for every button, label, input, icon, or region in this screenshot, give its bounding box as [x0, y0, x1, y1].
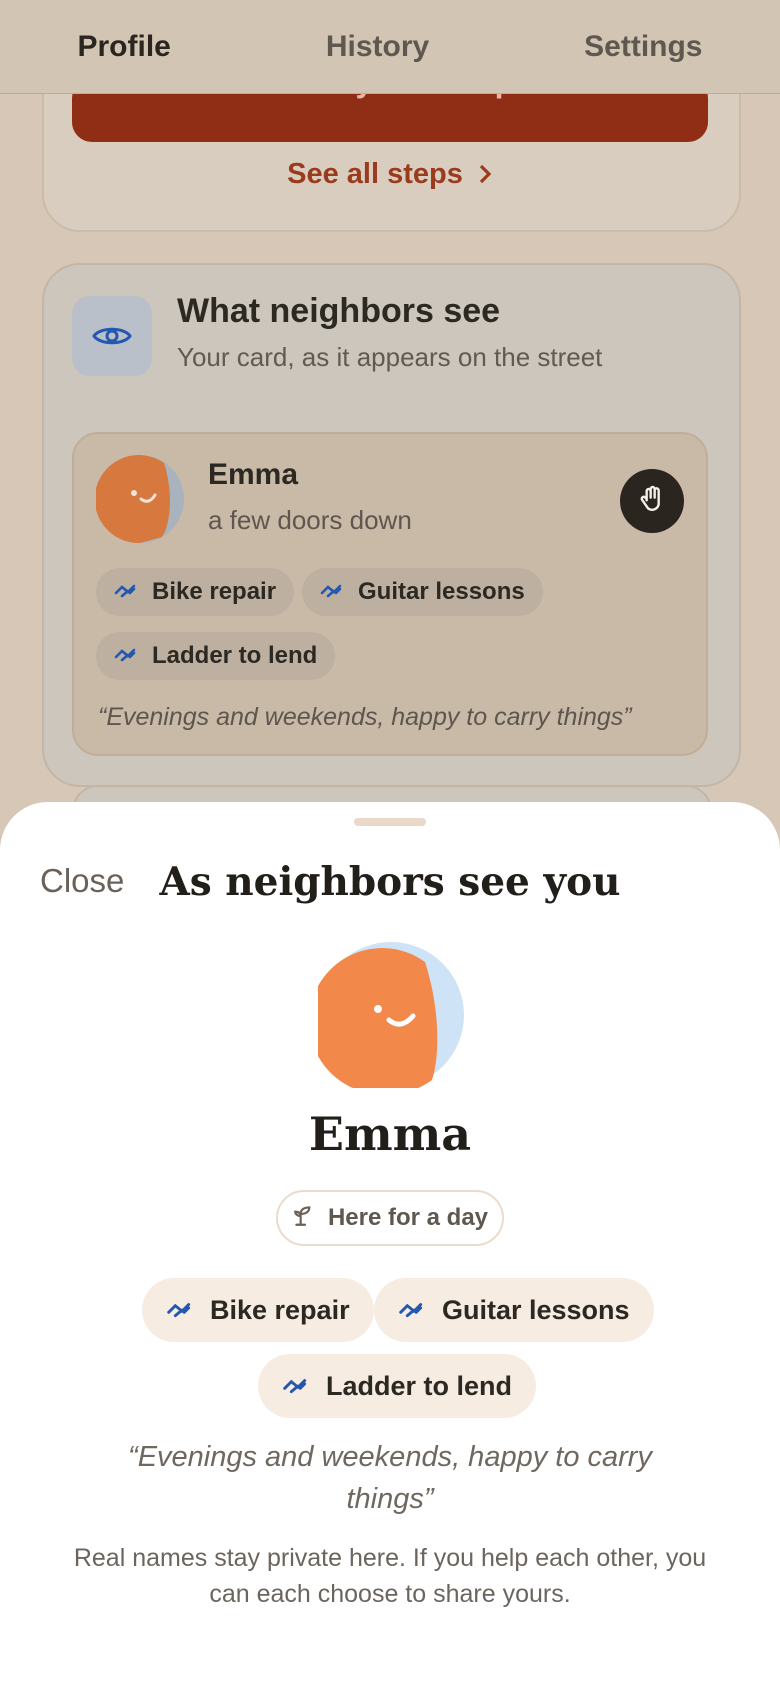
- handshake-icon: [398, 1295, 430, 1326]
- tab-settings[interactable]: Settings: [560, 30, 726, 64]
- neighbors-card-title: What neighbors see: [177, 292, 501, 330]
- profile-name: Emma: [308, 1107, 472, 1161]
- handshake-icon: [114, 578, 142, 606]
- privacy-note: Real names stay private here. If you hel…: [73, 1544, 707, 1608]
- see-all-steps-label: See all steps: [287, 158, 463, 190]
- sheet-title: As neighbors see you: [159, 859, 621, 905]
- preview-offer-label: Bike repair: [152, 578, 277, 605]
- sheet-grabber[interactable]: [354, 818, 426, 826]
- top-tab-bar: Profile History Settings: [0, 0, 780, 94]
- profile-quote: “Evenings and weekends, happy to carry t…: [128, 1441, 652, 1515]
- offer-chip: Ladder to lend: [258, 1354, 537, 1418]
- avatar: [309, 942, 464, 1095]
- preview-location: a few doors down: [208, 505, 412, 535]
- offer-label: Ladder to lend: [326, 1370, 513, 1401]
- handshake-icon: [114, 642, 142, 670]
- waving-hand-icon: [636, 483, 668, 520]
- tab-profile[interactable]: Profile: [53, 30, 194, 64]
- preview-offer-label: Guitar lessons: [358, 578, 525, 605]
- see-all-steps-link[interactable]: See all steps: [0, 158, 780, 191]
- handshake-icon: [282, 1371, 314, 1402]
- status-badge-label: Here for a day: [327, 1204, 489, 1231]
- preview-offer-label: Ladder to lend: [152, 642, 318, 669]
- preview-name: Emma: [208, 458, 299, 491]
- offer-chip: Guitar lessons: [374, 1278, 654, 1342]
- wave-button[interactable]: [620, 469, 684, 533]
- preview-quote: “Evenings and weekends, happy to carry t…: [98, 703, 632, 731]
- preview-offer-chip: Ladder to lend: [96, 632, 336, 680]
- preview-offer-chip: Bike repair: [96, 568, 295, 616]
- handshake-icon: [320, 578, 348, 606]
- offer-label: Bike repair: [210, 1294, 350, 1325]
- offer-label: Guitar lessons: [442, 1294, 630, 1325]
- handshake-icon: [166, 1295, 198, 1326]
- avatar: [94, 455, 184, 548]
- offer-chip: Bike repair: [142, 1278, 374, 1342]
- chevron-right-icon: [471, 158, 493, 190]
- neighbors-card-subtitle: Your card, as it appears on the street: [177, 342, 603, 372]
- tab-history[interactable]: History: [302, 30, 453, 64]
- preview-sheet: Close As neighbors see you Emma Here for…: [0, 802, 780, 1688]
- eye-icon: [72, 296, 152, 376]
- status-badge: Here for a day: [276, 1190, 504, 1246]
- preview-offer-chip: Guitar lessons: [302, 568, 543, 616]
- sprout-icon: [292, 1202, 318, 1235]
